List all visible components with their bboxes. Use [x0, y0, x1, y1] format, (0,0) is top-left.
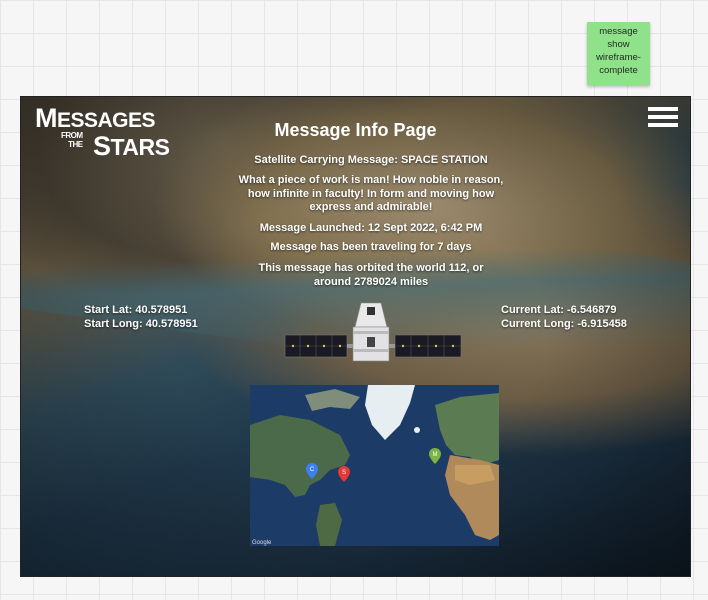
current-lat: Current Lat: -6.546879 [501, 304, 617, 316]
wireframe-frame: MESSAGES FROM THE STARS Message Info Pag… [20, 96, 691, 577]
orbit-info: This message has orbited the world 112, … [258, 262, 484, 288]
satellite-line: Satellite Carrying Message: SPACE STATIO… [254, 154, 488, 166]
map-canvas [250, 385, 499, 546]
current-coordinates: Current Lat: -6.546879 Current Long: -6.… [501, 303, 627, 331]
current-long: Current Long: -6.915458 [501, 318, 627, 330]
map-attribution: Google [252, 540, 272, 546]
map-pin-icon[interactable]: M [429, 448, 441, 464]
world-map-image[interactable]: C S M Google [250, 385, 499, 546]
whiteboard-canvas: message show wireframe-complete MESSAGES… [0, 0, 708, 600]
message-quote: What a piece of work is man! How noble i… [238, 174, 504, 213]
satellite-image [284, 302, 462, 362]
map-pin-icon[interactable]: S [338, 466, 350, 482]
start-coordinates: Start Lat: 40.578951 Start Long: 40.5789… [84, 303, 198, 331]
sticky-note-text: message show wireframe-complete [596, 26, 641, 76]
svg-text:S: S [342, 470, 346, 476]
map-pin-icon[interactable]: C [306, 463, 318, 479]
travel-duration: Message has been traveling for 7 days [270, 241, 472, 253]
start-long: Start Long: 40.578951 [84, 318, 198, 330]
svg-text:M: M [433, 452, 438, 458]
start-lat: Start Lat: 40.578951 [84, 304, 188, 316]
page-title: Message Info Page [274, 120, 437, 140]
launch-date: Message Launched: 12 Sept 2022, 6:42 PM [259, 222, 483, 234]
sticky-note[interactable]: message show wireframe-complete [587, 22, 650, 85]
svg-text:C: C [310, 467, 315, 473]
